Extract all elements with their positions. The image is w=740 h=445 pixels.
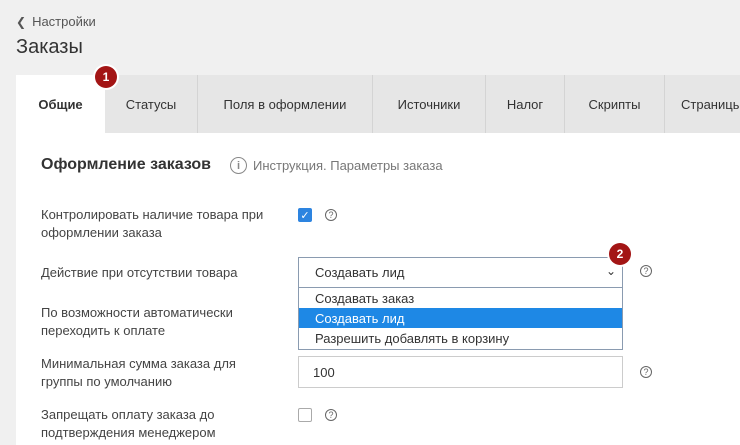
back-link[interactable]: ❮ Настройки: [16, 14, 96, 29]
tab-statuses[interactable]: Статусы: [105, 75, 198, 133]
instruction-link[interactable]: i Инструкция. Параметры заказа: [230, 157, 443, 174]
tab-sources[interactable]: Источники: [373, 75, 486, 133]
annotation-badge-2: 2: [609, 243, 631, 265]
label-line: По возможности автоматически: [41, 305, 233, 320]
out-of-stock-select[interactable]: Создавать лид ⌄: [298, 257, 623, 288]
out-of-stock-options: Создавать заказ Создавать лид Разрешить …: [298, 288, 623, 350]
question-glyph: ?: [328, 409, 334, 420]
tab-scripts[interactable]: Скрипты: [565, 75, 665, 133]
tab-general[interactable]: Общие: [16, 75, 105, 133]
question-glyph: ?: [643, 265, 649, 276]
label-line: Минимальная сумма заказа для: [41, 356, 236, 371]
label-line: оформлении заказа: [41, 225, 162, 240]
forbid-payment-checkbox[interactable]: [298, 408, 312, 422]
question-glyph: ?: [328, 209, 334, 220]
label-line: переходить к оплате: [41, 323, 166, 338]
info-bubble-icon: i: [230, 157, 247, 174]
instruction-link-label: Инструкция. Параметры заказа: [253, 158, 443, 173]
min-sum-label: Минимальная сумма заказа для группы по у…: [41, 355, 236, 391]
tab-checkout-fields[interactable]: Поля в оформлении: [198, 75, 373, 133]
question-glyph: ?: [643, 366, 649, 377]
label-line: подтверждения менеджером: [41, 425, 216, 440]
forbid-payment-label: Запрещать оплату заказа до подтверждения…: [41, 406, 216, 442]
label-line: Контролировать наличие товара при: [41, 207, 264, 222]
select-value: Создавать лид: [315, 265, 405, 280]
option-allow-add-to-cart[interactable]: Разрешить добавлять в корзину: [299, 328, 622, 348]
chevron-down-icon: ⌄: [605, 264, 616, 278]
help-icon[interactable]: ?: [640, 265, 652, 277]
chevron-left-icon: ❮: [16, 14, 27, 29]
check-icon: ✓: [300, 209, 310, 222]
check-stock-label: Контролировать наличие товара при оформл…: [41, 206, 263, 242]
min-sum-input[interactable]: 100: [298, 356, 623, 388]
label-line: Запрещать оплату заказа до: [41, 407, 215, 422]
page-title: Заказы: [16, 36, 83, 58]
help-icon[interactable]: ?: [325, 409, 337, 421]
auto-payment-label: По возможности автоматически переходить …: [41, 304, 233, 340]
section-title: Оформление заказов: [41, 156, 212, 173]
tab-tax[interactable]: Налог: [486, 75, 565, 133]
help-icon[interactable]: ?: [640, 366, 652, 378]
annotation-badge-1: 1: [95, 66, 117, 88]
tab-pages[interactable]: Страницы: [665, 75, 740, 133]
tab-bar: Общие Статусы Поля в оформлении Источник…: [16, 75, 740, 133]
option-create-order[interactable]: Создавать заказ: [299, 288, 622, 308]
out-of-stock-label: Действие при отсутствии товара: [41, 265, 238, 280]
option-create-lead[interactable]: Создавать лид: [299, 308, 622, 328]
check-stock-checkbox[interactable]: ✓: [298, 208, 312, 222]
back-link-label: Настройки: [32, 14, 96, 29]
help-icon[interactable]: ?: [325, 209, 337, 221]
label-line: группы по умолчанию: [41, 374, 172, 389]
